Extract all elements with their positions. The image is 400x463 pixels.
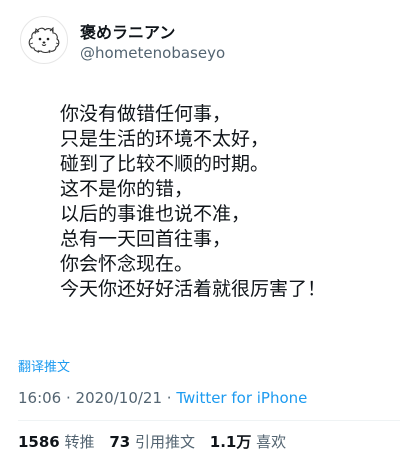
user-handle[interactable]: @hometenobaseyo [80, 44, 225, 62]
tweet-line: 总有一天回首往事， [60, 228, 232, 250]
tweet-line: 今天你还好好活着就很厉害了！ [60, 278, 327, 300]
tweet-stats: 1586 转推 73 引用推文 1.1万 喜欢 [18, 431, 296, 452]
tweet-line: 这不是你的错， [60, 178, 194, 200]
tweet-text: 你没有做错任何事， 只是生活的环境不太好， 碰到了比较不顺的时期。 这不是你的错… [60, 102, 390, 302]
display-name[interactable]: 褒めラニアン [80, 19, 175, 43]
tweet-source-link[interactable]: Twitter for iPhone [176, 389, 307, 407]
tweet-line: 你没有做错任何事， [60, 103, 232, 125]
tweet-line: 你会怀念现在。 [60, 253, 194, 275]
likes-stat[interactable]: 1.1万 喜欢 [210, 433, 286, 451]
quotes-stat[interactable]: 73 引用推文 [109, 433, 195, 451]
pomeranian-avatar-icon [28, 26, 60, 54]
divider [18, 420, 400, 421]
avatar[interactable] [20, 16, 68, 64]
tweet-detail: 褒めラニアン @hometenobaseyo 你没有做错任何事， 只是生活的环境… [0, 0, 400, 463]
retweets-count: 1586 [18, 433, 60, 451]
tweet-time[interactable]: 16:06 [18, 389, 61, 407]
tweet-line: 以后的事谁也说不准， [60, 203, 251, 225]
meta-separator: · [162, 389, 177, 407]
tweet-line: 只是生活的环境不太好， [60, 128, 270, 150]
quotes-label: 引用推文 [134, 433, 195, 451]
likes-count: 1.1万 [209, 433, 252, 451]
tweet-metadata: 16:06 · 2020/10/21 · Twitter for iPhone [18, 389, 307, 407]
translate-tweet-link[interactable]: 翻译推文 [18, 356, 70, 375]
tweet-date[interactable]: 2020/10/21 [76, 389, 162, 407]
meta-separator: · [61, 389, 76, 407]
tweet-line: 碰到了比较不顺的时期。 [60, 153, 270, 175]
tweet-author-header: 褒めラニアン @hometenobaseyo [20, 16, 380, 66]
likes-label: 喜欢 [256, 433, 287, 451]
quotes-count: 73 [109, 433, 131, 451]
retweets-label: 转推 [64, 433, 95, 451]
retweets-stat[interactable]: 1586 转推 [18, 433, 95, 451]
